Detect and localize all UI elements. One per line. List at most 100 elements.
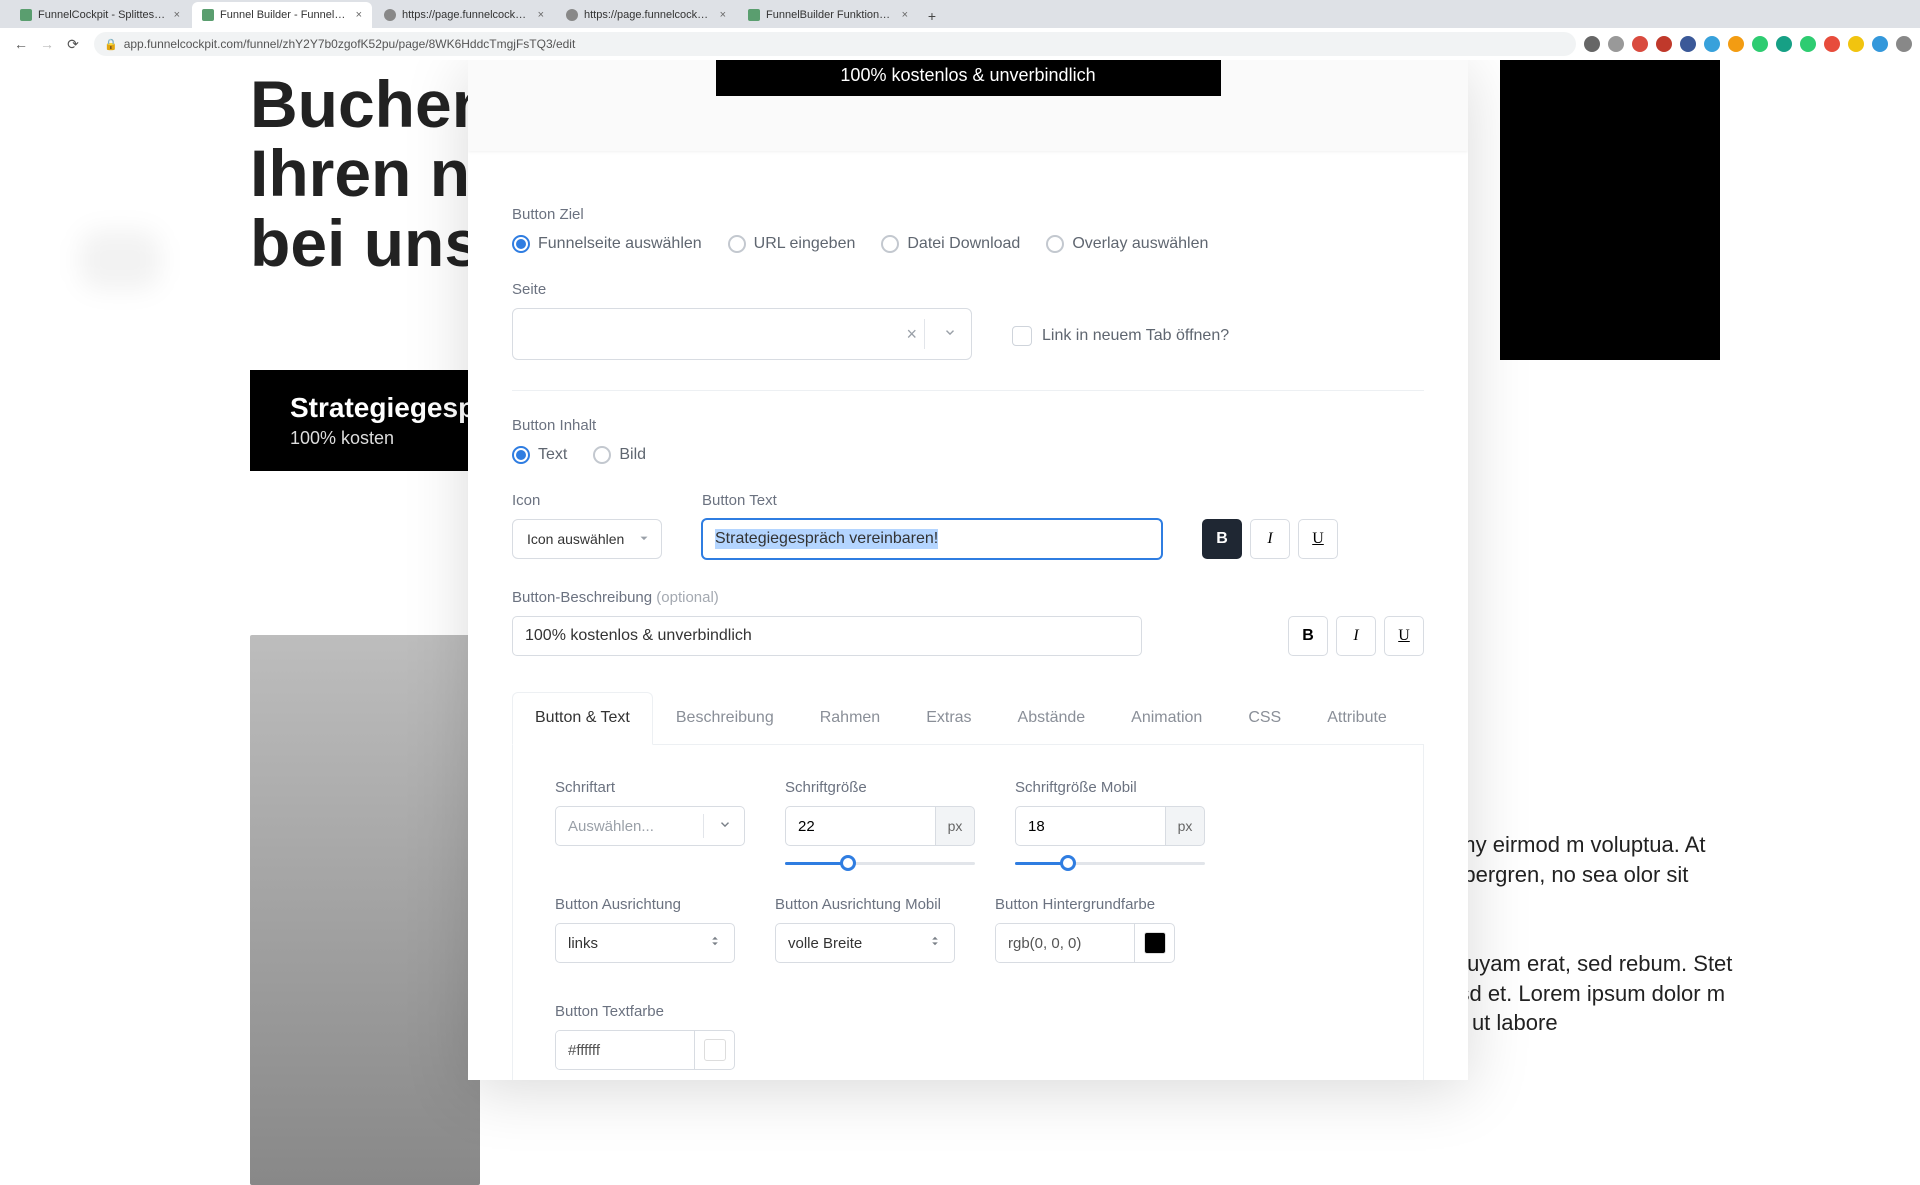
beschreibung-input[interactable]: 100% kostenlos & unverbindlich [512,616,1142,656]
close-icon[interactable]: × [174,9,180,21]
extension-icon[interactable] [1872,36,1888,52]
address-bar: ← → ⟳ 🔒 app.funnelcockpit.com/funnel/zhY… [0,28,1920,60]
beschreibung-value: 100% kostenlos & unverbindlich [525,627,752,645]
tab-button-text[interactable]: Button & Text [512,692,653,745]
url-field[interactable]: 🔒 app.funnelcockpit.com/funnel/zhY2Y7b0z… [94,32,1576,56]
browser-chrome: FunnelCockpit - Splittests, M… × Funnel … [0,0,1920,60]
browser-tab[interactable]: FunnelCockpit - Splittests, M… × [10,2,190,28]
bg-color-swatch[interactable] [1134,924,1174,962]
italic-button[interactable]: I [1250,519,1290,559]
text-color-swatch[interactable] [694,1031,734,1069]
slider-fill [785,862,848,865]
schriftart-select[interactable]: Auswählen... [555,806,745,846]
underline-button[interactable]: U [1384,616,1424,656]
ausrichtung-value: links [568,935,598,952]
close-icon[interactable]: × [902,9,908,21]
close-icon[interactable]: × [720,9,726,21]
new-tab-checkbox[interactable]: Link in neuem Tab öffnen? [1012,326,1229,346]
schriftgroesse-input[interactable]: 22 [785,806,935,846]
select-divider [703,814,704,838]
extension-icons [1584,36,1912,52]
icon-select-placeholder: Icon auswählen [527,531,624,547]
tab-rahmen[interactable]: Rahmen [797,692,903,744]
radio-text[interactable]: Text [512,446,567,464]
text-color-value[interactable]: #ffffff [556,1031,694,1069]
schriftgroesse-slider[interactable] [785,860,975,866]
radio-bild[interactable]: Bild [593,446,646,464]
forward-button[interactable]: → [36,33,58,55]
extension-icon[interactable] [1848,36,1864,52]
extension-icon[interactable] [1608,36,1624,52]
button-preview-region: 100% kostenlos & unverbindlich [468,60,1468,151]
tab-attribute[interactable]: Attribute [1304,692,1410,744]
browser-tab[interactable]: https://page.funnelcockpit.co… × [374,2,554,28]
extension-icon[interactable] [1776,36,1792,52]
style-tabs: Button & Text Beschreibung Rahmen Extras… [512,692,1424,1080]
bg-color-input[interactable]: rgb(0, 0, 0) [995,923,1175,963]
italic-button[interactable]: I [1336,616,1376,656]
schriftgroesse-mobil-input[interactable]: 18 [1015,806,1165,846]
tab-extras[interactable]: Extras [903,692,994,744]
icon-select[interactable]: Icon auswählen [512,519,662,559]
extension-icon[interactable] [1704,36,1720,52]
text-color-input[interactable]: #ffffff [555,1030,735,1070]
new-tab-button[interactable]: + [920,4,944,28]
extension-icon[interactable] [1728,36,1744,52]
radio-label: Bild [619,446,646,464]
radio-datei[interactable]: Datei Download [881,235,1020,253]
tab-beschreibung[interactable]: Beschreibung [653,692,797,744]
browser-tab[interactable]: https://page.funnelcockpit.co… × [556,2,736,28]
tab-animation[interactable]: Animation [1108,692,1225,744]
tab-css[interactable]: CSS [1225,692,1304,744]
browser-tab[interactable]: FunnelBuilder Funktionen & El… × [738,2,918,28]
seite-select[interactable]: × [512,308,972,360]
ausrichtung-mobil-value: volle Breite [788,935,862,952]
ausrichtung-mobil-select[interactable]: volle Breite [775,923,955,963]
clear-icon[interactable]: × [906,324,917,345]
slider-thumb-icon[interactable] [840,855,856,871]
extension-icon[interactable] [1824,36,1840,52]
back-button[interactable]: ← [10,33,32,55]
schriftgroesse-label: Schriftgröße [785,779,975,796]
radio-label: Datei Download [907,235,1020,253]
radio-overlay[interactable]: Overlay auswählen [1046,235,1208,253]
bg-color-value[interactable]: rgb(0, 0, 0) [996,924,1134,962]
extension-icon[interactable] [1800,36,1816,52]
chevron-down-icon[interactable] [718,817,732,835]
ausrichtung-select[interactable]: links [555,923,735,963]
slider-thumb-icon[interactable] [1060,855,1076,871]
url-text: app.funnelcockpit.com/funnel/zhY2Y7b0zgo… [124,37,576,51]
extension-icon[interactable] [1752,36,1768,52]
radio-url[interactable]: URL eingeben [728,235,856,253]
schriftgroesse-mobil-slider[interactable] [1015,860,1205,866]
radio-funnelseite[interactable]: Funnelseite auswählen [512,235,702,253]
text-color-label: Button Textfarbe [555,1003,735,1020]
checkbox-box-icon [1012,326,1032,346]
schriftgroesse-value: 22 [798,818,815,835]
bold-button[interactable]: B [1288,616,1328,656]
extension-icon[interactable] [1896,36,1912,52]
bg-video-placeholder [1500,60,1720,360]
blur-decoration [280,540,400,610]
chevron-down-icon[interactable] [943,325,957,344]
extension-icon[interactable] [1632,36,1648,52]
favicon-icon [202,9,214,21]
reload-button[interactable]: ⟳ [62,33,84,55]
select-sort-icon[interactable] [708,934,722,952]
button-preview-subtitle: 100% kostenlos & unverbindlich [716,65,1221,86]
extension-icon[interactable] [1584,36,1600,52]
browser-tab[interactable]: Funnel Builder - FunnelCockpit × [192,2,372,28]
extension-icon[interactable] [1680,36,1696,52]
chevron-down-icon[interactable] [637,531,651,548]
tab-title: https://page.funnelcockpit.co… [584,9,714,21]
radio-label: Overlay auswählen [1072,235,1208,253]
select-sort-icon[interactable] [928,934,942,952]
tab-title: FunnelBuilder Funktionen & El… [766,9,896,21]
underline-button[interactable]: U [1298,519,1338,559]
extension-icon[interactable] [1656,36,1672,52]
tab-abstaende[interactable]: Abstände [995,692,1109,744]
close-icon[interactable]: × [356,9,362,21]
button-text-input[interactable]: Strategiegespräch vereinbaren! [702,519,1162,559]
close-icon[interactable]: × [538,9,544,21]
bold-button[interactable]: B [1202,519,1242,559]
